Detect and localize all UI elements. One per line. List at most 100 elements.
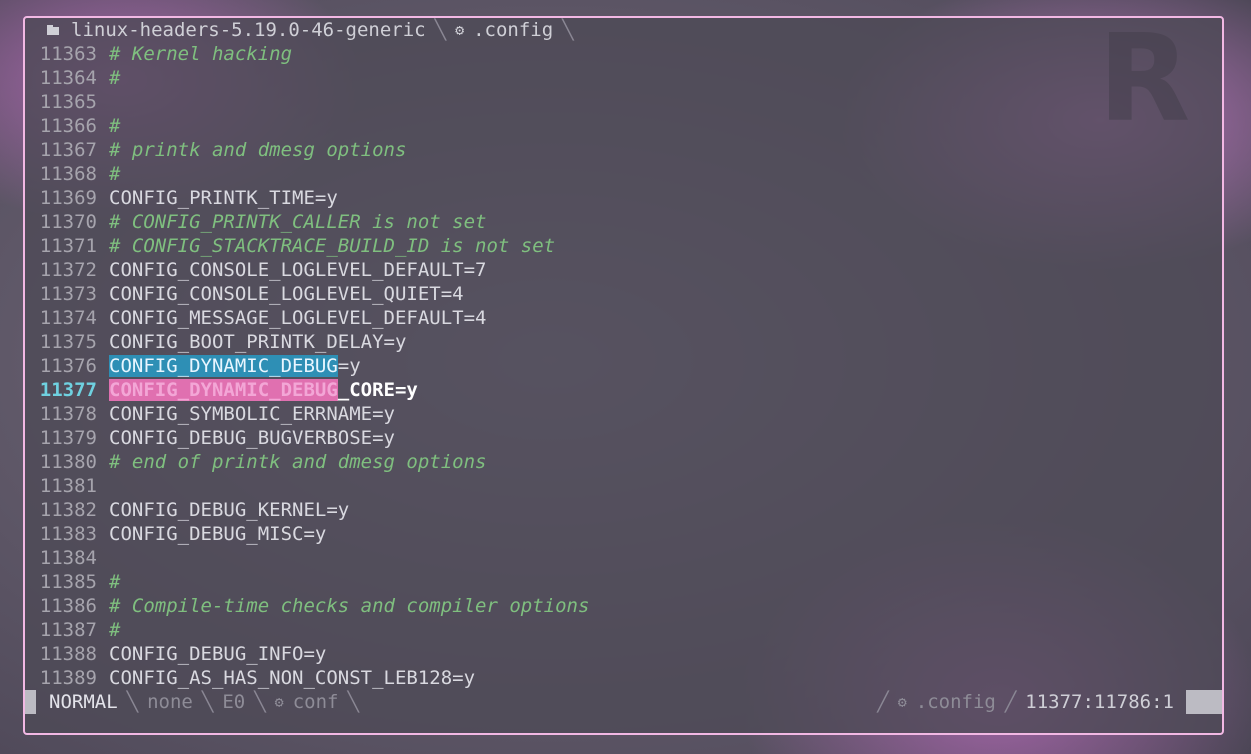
line-text[interactable]: CONFIG_SYMBOLIC_ERRNAME=y — [109, 402, 395, 426]
status-separator: ╲ — [254, 691, 266, 713]
editor-line[interactable]: 11373 CONFIG_CONSOLE_LOGLEVEL_QUIET=4 — [25, 282, 1222, 306]
statusline: NORMAL ╲ none ╲ E0 ╲ ⚙ conf ╲ ╱ ⚙ .confi… — [25, 690, 1222, 714]
line-number: 11374 — [39, 307, 97, 329]
line-text[interactable]: # — [109, 66, 120, 90]
status-separator: ╲ — [347, 691, 359, 713]
line-text[interactable]: # end of printk and dmesg options — [109, 450, 487, 474]
status-separator: ╱ — [1004, 691, 1017, 713]
line-text[interactable]: # printk and dmesg options — [109, 138, 406, 162]
line-number: 11368 — [39, 163, 97, 185]
line-text[interactable]: CONFIG_CONSOLE_LOGLEVEL_QUIET=4 — [109, 282, 464, 306]
editor-line[interactable]: 11364 # — [25, 66, 1222, 90]
line-text[interactable]: CONFIG_DEBUG_INFO=y — [109, 642, 326, 666]
editor-line[interactable]: 11388 CONFIG_DEBUG_INFO=y — [25, 642, 1222, 666]
line-number: 11375 — [39, 331, 97, 353]
editor-line[interactable]: 11366 # — [25, 114, 1222, 138]
line-text[interactable]: # CONFIG_PRINTK_CALLER is not set — [109, 210, 487, 234]
line-number: 11382 — [39, 499, 97, 521]
editor-line[interactable]: 11379 CONFIG_DEBUG_BUGVERBOSE=y — [25, 426, 1222, 450]
editor-line[interactable]: 11387 # — [25, 618, 1222, 642]
current-search-match: CONFIG_DYNAMIC_DEBUG — [109, 379, 338, 401]
line-number: 11385 — [39, 571, 97, 593]
editor-line[interactable]: 11365 — [25, 90, 1222, 114]
line-number: 11366 — [39, 115, 97, 137]
status-file-name: .config — [915, 691, 996, 713]
status-separator: ╱ — [877, 691, 889, 713]
line-text[interactable]: CONFIG_AS_HAS_NON_CONST_LEB128=y — [109, 666, 475, 690]
editor-line[interactable]: 11368 # — [25, 162, 1222, 186]
line-text[interactable]: # Compile-time checks and compiler optio… — [109, 594, 589, 618]
tab-folder-name[interactable]: linux-headers-5.19.0-46-generic — [71, 19, 426, 41]
line-number: 11388 — [39, 643, 97, 665]
editor-line[interactable]: 11377 CONFIG_DYNAMIC_DEBUG_CORE=y — [25, 378, 1222, 402]
line-number: 11373 — [39, 283, 97, 305]
editor-line[interactable]: 11363 # Kernel hacking — [25, 42, 1222, 66]
line-text[interactable]: CONFIG_DYNAMIC_DEBUG=y — [109, 354, 361, 378]
line-text[interactable]: CONFIG_DYNAMIC_DEBUG_CORE=y — [109, 378, 418, 402]
line-text[interactable]: CONFIG_DEBUG_MISC=y — [109, 522, 326, 546]
tab-file-name[interactable]: .config — [473, 19, 553, 41]
line-text[interactable]: # — [109, 162, 120, 186]
line-number: 11384 — [39, 547, 97, 569]
line-number: 11367 — [39, 139, 97, 161]
line-text[interactable]: CONFIG_MESSAGE_LOGLEVEL_DEFAULT=4 — [109, 306, 487, 330]
editor-line[interactable]: 11367 # printk and dmesg options — [25, 138, 1222, 162]
line-text[interactable]: CONFIG_DEBUG_KERNEL=y — [109, 498, 349, 522]
line-number: 11380 — [39, 451, 97, 473]
position-indicator-block — [1186, 690, 1222, 714]
editor-line[interactable]: 11385 # — [25, 570, 1222, 594]
line-text[interactable]: CONFIG_PRINTK_TIME=y — [109, 186, 338, 210]
line-number: 11376 — [39, 355, 97, 377]
editor-line[interactable]: 11389 CONFIG_AS_HAS_NON_CONST_LEB128=y — [25, 666, 1222, 690]
line-text[interactable]: CONFIG_CONSOLE_LOGLEVEL_DEFAULT=7 — [109, 258, 487, 282]
editor-line[interactable]: 11378 CONFIG_SYMBOLIC_ERRNAME=y — [25, 402, 1222, 426]
search-match: CONFIG_DYNAMIC_DEBUG — [109, 355, 338, 377]
editor-line[interactable]: 11375 CONFIG_BOOT_PRINTK_DELAY=y — [25, 330, 1222, 354]
editor-line[interactable]: 11376 CONFIG_DYNAMIC_DEBUG=y — [25, 354, 1222, 378]
line-text[interactable]: # — [109, 114, 120, 138]
editor-line[interactable]: 11369 CONFIG_PRINTK_TIME=y — [25, 186, 1222, 210]
line-number: 11377 — [39, 379, 97, 401]
cursor-position: 11377:11786:1 — [1025, 691, 1174, 713]
line-text[interactable]: CONFIG_DEBUG_BUGVERBOSE=y — [109, 426, 395, 450]
tabline: linux-headers-5.19.0-46-generic ╲ ⚙ .con… — [25, 18, 1222, 42]
editor-line[interactable]: 11380 # end of printk and dmesg options — [25, 450, 1222, 474]
line-number: 11387 — [39, 619, 97, 641]
line-text[interactable]: # — [109, 570, 120, 594]
editor-line[interactable]: 11381 — [25, 474, 1222, 498]
line-text[interactable]: # Kernel hacking — [109, 42, 292, 66]
editor-line[interactable]: 11370 # CONFIG_PRINTK_CALLER is not set — [25, 210, 1222, 234]
error-count: E0 — [222, 691, 246, 713]
editor-line[interactable]: 11374 CONFIG_MESSAGE_LOGLEVEL_DEFAULT=4 — [25, 306, 1222, 330]
line-number: 11379 — [39, 427, 97, 449]
editor-line[interactable]: 11383 CONFIG_DEBUG_MISC=y — [25, 522, 1222, 546]
line-number: 11371 — [39, 235, 97, 257]
editor-line[interactable]: 11384 — [25, 546, 1222, 570]
editor-line[interactable]: 11386 # Compile-time checks and compiler … — [25, 594, 1222, 618]
gear-icon: ⚙ — [897, 693, 907, 711]
line-text[interactable]: CONFIG_BOOT_PRINTK_DELAY=y — [109, 330, 406, 354]
terminal-window[interactable]: linux-headers-5.19.0-46-generic ╲ ⚙ .con… — [23, 16, 1224, 735]
status-separator: ╲ — [201, 691, 214, 713]
line-number: 11378 — [39, 403, 97, 425]
status-separator: ╲ — [126, 691, 139, 713]
editor-line[interactable]: 11372 CONFIG_CONSOLE_LOGLEVEL_DEFAULT=7 — [25, 258, 1222, 282]
git-status: none — [147, 691, 193, 713]
line-number: 11386 — [39, 595, 97, 617]
line-number: 11370 — [39, 211, 97, 233]
line-number: 11364 — [39, 67, 97, 89]
gear-icon: ⚙ — [274, 693, 284, 711]
line-number: 11383 — [39, 523, 97, 545]
mode-indicator-block — [25, 690, 36, 714]
tab-separator: ╲ — [562, 19, 574, 41]
gear-icon: ⚙ — [455, 21, 465, 39]
folder-icon — [47, 24, 61, 36]
editor-line[interactable]: 11382 CONFIG_DEBUG_KERNEL=y — [25, 498, 1222, 522]
line-text[interactable]: # — [109, 618, 120, 642]
line-number: 11372 — [39, 259, 97, 281]
line-text[interactable]: # CONFIG_STACKTRACE_BUILD_ID is not set — [109, 234, 555, 258]
filetype: conf — [292, 691, 339, 713]
mode-label: NORMAL — [49, 691, 118, 713]
editor-line[interactable]: 11371 # CONFIG_STACKTRACE_BUILD_ID is not… — [25, 234, 1222, 258]
editor-buffer[interactable]: 11363 # Kernel hacking 11364 #11365 11366 #11… — [25, 42, 1222, 690]
